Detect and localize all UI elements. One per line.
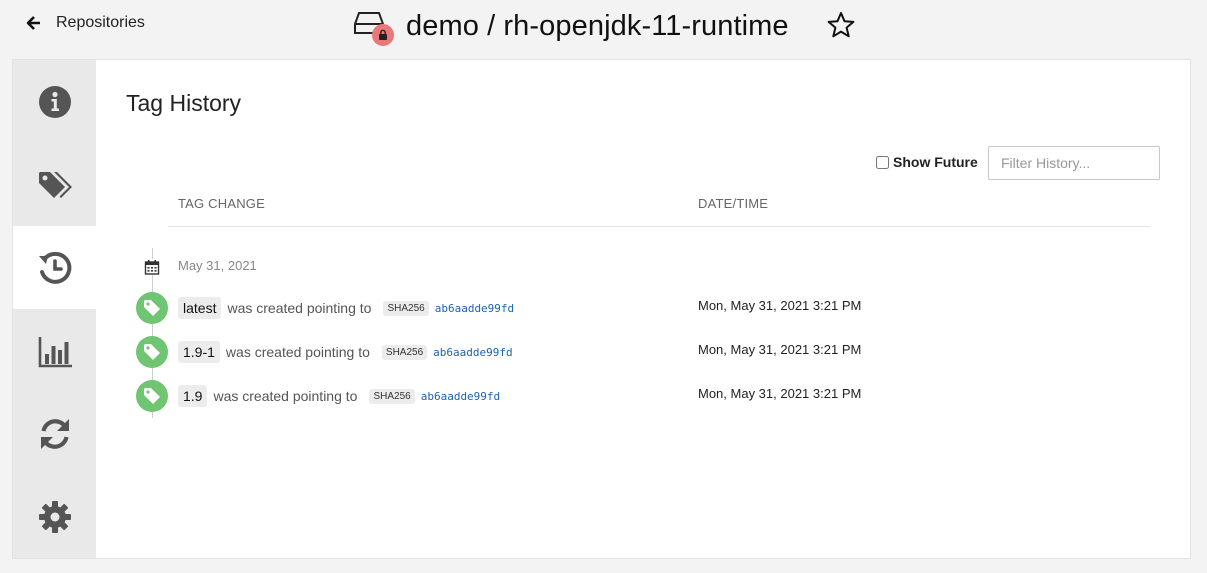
back-to-repositories-link[interactable]: Repositories xyxy=(26,14,145,32)
tag-name[interactable]: 1.9-1 xyxy=(178,341,220,363)
calendar-icon xyxy=(144,259,160,275)
tag-name[interactable]: latest xyxy=(178,297,222,319)
manifest-digest-link[interactable]: ab6aadde99fd xyxy=(435,302,514,315)
show-future-toggle[interactable]: Show Future xyxy=(876,154,978,170)
history-entry: 1.9 was created pointing to SHA256 ab6aa… xyxy=(136,380,1036,412)
sidebar xyxy=(13,60,96,558)
tag-event-icon xyxy=(136,292,168,324)
sha-label: SHA256 xyxy=(383,300,429,316)
sidebar-item-mirroring[interactable] xyxy=(13,392,96,475)
history-icon xyxy=(38,251,71,284)
tag-icon xyxy=(144,388,160,404)
header-divider xyxy=(168,226,1150,227)
star-icon[interactable] xyxy=(826,10,856,40)
repository-panel: Tag History Show Future TAG CHANGE DATE/… xyxy=(12,59,1191,559)
entry-datetime: Mon, May 31, 2021 3:21 PM xyxy=(698,386,862,401)
sha-label: SHA256 xyxy=(369,388,415,404)
action-text: was created pointing to xyxy=(225,344,370,360)
tags-icon xyxy=(38,171,72,198)
date-group-label: May 31, 2021 xyxy=(178,258,257,273)
show-future-label: Show Future xyxy=(893,154,978,170)
history-entry: 1.9-1 was created pointing to SHA256 ab6… xyxy=(136,336,1036,368)
repo-title-bar: demo / rh-openjdk-11-runtime xyxy=(354,6,789,46)
column-header-datetime: DATE/TIME xyxy=(698,196,769,211)
tag-name[interactable]: 1.9 xyxy=(178,385,208,407)
action-text: was created pointing to xyxy=(213,388,358,404)
history-entry: latest was created pointing to SHA256 ab… xyxy=(136,292,1036,324)
entry-datetime: Mon, May 31, 2021 3:21 PM xyxy=(698,342,862,357)
manifest-digest-link[interactable]: ab6aadde99fd xyxy=(421,390,500,403)
bar-chart-icon xyxy=(38,336,72,367)
lock-icon xyxy=(379,29,387,40)
sidebar-item-tags[interactable] xyxy=(13,143,96,226)
tag-event-icon xyxy=(136,336,168,368)
page-title: Tag History xyxy=(126,90,242,116)
tag-icon xyxy=(144,344,160,360)
private-repo-icon xyxy=(354,6,394,46)
sha-label: SHA256 xyxy=(381,344,428,360)
action-text: was created pointing to xyxy=(227,300,372,316)
show-future-checkbox[interactable] xyxy=(876,155,889,169)
arrow-left-icon xyxy=(26,16,40,30)
back-link-label: Repositories xyxy=(56,14,145,31)
info-icon xyxy=(38,85,71,118)
repo-name: demo / rh-openjdk-11-runtime xyxy=(406,9,789,42)
filter-history-input[interactable] xyxy=(988,146,1160,180)
lock-badge xyxy=(372,24,394,46)
tag-history-content: Tag History Show Future TAG CHANGE DATE/… xyxy=(96,60,1190,558)
gear-icon xyxy=(38,500,71,533)
column-header-tag-change: TAG CHANGE xyxy=(178,196,265,211)
tag-icon xyxy=(144,300,160,316)
sidebar-item-info[interactable] xyxy=(13,60,96,143)
refresh-icon xyxy=(40,418,69,449)
sidebar-item-history[interactable] xyxy=(13,226,96,309)
tag-event-icon xyxy=(136,380,168,412)
entry-datetime: Mon, May 31, 2021 3:21 PM xyxy=(698,298,862,313)
manifest-digest-link[interactable]: ab6aadde99fd xyxy=(433,346,512,359)
sidebar-item-usage[interactable] xyxy=(13,309,96,392)
sidebar-item-settings[interactable] xyxy=(13,475,96,558)
